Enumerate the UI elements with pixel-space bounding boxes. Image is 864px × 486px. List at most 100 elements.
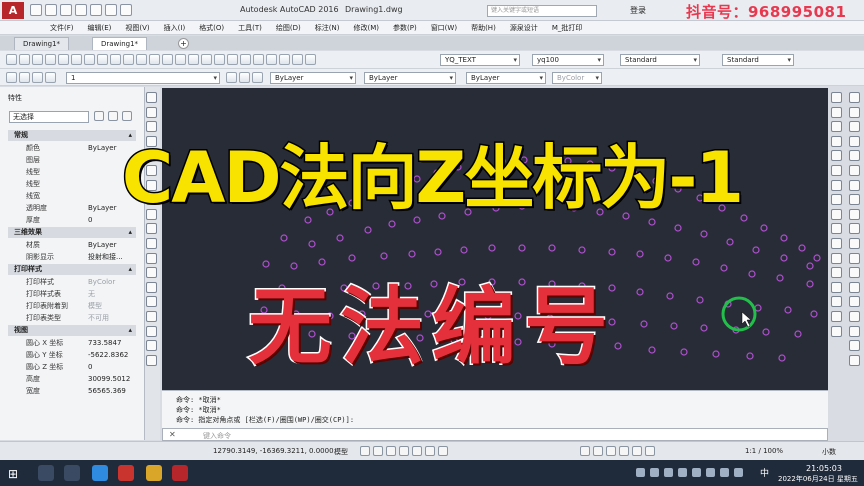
menu-item[interactable]: 绘图(D) xyxy=(276,21,301,34)
multileader-style-select[interactable]: Standard xyxy=(722,54,794,66)
annotation-icon[interactable] xyxy=(632,446,642,456)
battery-icon[interactable] xyxy=(734,468,743,477)
zoom-previous-icon[interactable] xyxy=(214,54,225,65)
task-view-icon[interactable] xyxy=(64,465,80,481)
dimension-tool-icon[interactable] xyxy=(849,106,860,118)
point-marker[interactable] xyxy=(336,234,344,242)
draw-tool-icon[interactable] xyxy=(146,106,157,118)
calc-icon[interactable] xyxy=(292,54,303,65)
new-tab-button[interactable]: + xyxy=(178,38,189,49)
cut-icon[interactable] xyxy=(84,54,95,65)
text-style-select[interactable]: YQ_TEXT xyxy=(440,54,520,66)
grid-icon[interactable] xyxy=(360,446,370,456)
save-icon[interactable] xyxy=(32,54,43,65)
login-button[interactable]: 登录 xyxy=(630,5,646,16)
undo-icon[interactable] xyxy=(105,4,117,16)
redo-icon[interactable] xyxy=(120,4,132,16)
dynamic-ucs-icon[interactable] xyxy=(619,446,629,456)
otrack-icon[interactable] xyxy=(425,446,435,456)
command-input[interactable]: ✕ 键入命令 xyxy=(162,428,828,441)
zoom-window-icon[interactable] xyxy=(201,54,212,65)
preview-icon[interactable] xyxy=(58,54,69,65)
dimension-tool-icon[interactable] xyxy=(849,223,860,235)
layer-previous-icon[interactable] xyxy=(239,72,250,83)
menu-item[interactable]: 格式(O) xyxy=(199,21,224,34)
ortho-icon[interactable] xyxy=(386,446,396,456)
workspace-icon[interactable] xyxy=(645,446,655,456)
lineweight-icon[interactable] xyxy=(438,446,448,456)
point-marker[interactable] xyxy=(364,226,372,234)
tray-app-icon[interactable] xyxy=(636,468,645,477)
point-marker[interactable] xyxy=(280,234,288,242)
tool-palette-icon[interactable] xyxy=(253,54,264,65)
edge-icon[interactable] xyxy=(92,465,108,481)
transparency-icon[interactable] xyxy=(580,446,590,456)
point-marker[interactable] xyxy=(578,246,586,254)
menu-item[interactable]: 参数(P) xyxy=(393,21,417,34)
selection-cycling-icon[interactable] xyxy=(593,446,603,456)
point-marker[interactable] xyxy=(636,250,644,258)
zoom-realtime-icon[interactable] xyxy=(188,54,199,65)
windows-start-icon[interactable]: ⊞ xyxy=(8,467,18,481)
clock-time[interactable]: 21:05:03 xyxy=(806,464,842,473)
linetype-select[interactable]: ByLayer xyxy=(364,72,456,84)
layer-freeze-icon[interactable] xyxy=(32,72,43,83)
menu-item[interactable]: 编辑(E) xyxy=(88,21,112,34)
menu-item[interactable]: 工具(T) xyxy=(238,21,262,34)
point-marker[interactable] xyxy=(408,250,416,258)
table-style-select[interactable]: Standard xyxy=(620,54,700,66)
volume-icon[interactable] xyxy=(720,468,729,477)
menu-item[interactable]: 标注(N) xyxy=(315,21,340,34)
menu-item[interactable]: M_批打印 xyxy=(552,21,583,34)
annotation-scale[interactable]: 1:1 / 100% xyxy=(745,447,783,455)
point-marker[interactable] xyxy=(434,248,442,256)
open-icon[interactable] xyxy=(45,4,57,16)
save-icon[interactable] xyxy=(60,4,72,16)
menu-item[interactable]: 窗口(W) xyxy=(431,21,457,34)
menu-item[interactable]: 修改(M) xyxy=(353,21,379,34)
search-input[interactable]: 键入关键字或短语 xyxy=(487,5,597,17)
tray-app-icon[interactable] xyxy=(678,468,687,477)
new-icon[interactable] xyxy=(6,54,17,65)
new-icon[interactable] xyxy=(30,4,42,16)
tab-drawing-1[interactable]: Drawing1* xyxy=(14,37,70,50)
menu-item[interactable]: 帮助(H) xyxy=(471,21,496,34)
point-marker[interactable] xyxy=(308,240,316,248)
search-icon[interactable] xyxy=(38,465,54,481)
units-button[interactable]: 小数 xyxy=(822,447,836,457)
point-marker[interactable] xyxy=(460,246,468,254)
draw-tool-icon[interactable] xyxy=(146,223,157,235)
markup-icon[interactable] xyxy=(279,54,290,65)
dim-style-select[interactable]: yq100 xyxy=(532,54,604,66)
autocad-logo-icon[interactable]: A xyxy=(2,2,24,19)
match-icon[interactable] xyxy=(123,54,134,65)
pan-icon[interactable] xyxy=(175,54,186,65)
design-center-icon[interactable] xyxy=(240,54,251,65)
open-icon[interactable] xyxy=(19,54,30,65)
input-method-indicator[interactable]: 中 xyxy=(760,466,769,479)
lineweight-select[interactable]: ByLayer xyxy=(466,72,546,84)
modify-tool-icon[interactable] xyxy=(831,237,842,249)
autocad-taskbar-icon[interactable] xyxy=(172,465,188,481)
tray-app-icon[interactable] xyxy=(664,468,673,477)
property-row[interactable]: 材质 ByLayer xyxy=(8,239,136,251)
tray-app-icon[interactable] xyxy=(650,468,659,477)
section-3d-effects[interactable]: 三维效果 xyxy=(8,227,136,238)
dimension-tool-icon[interactable] xyxy=(849,92,860,103)
tray-app-icon[interactable] xyxy=(692,468,701,477)
draw-tool-icon[interactable] xyxy=(146,237,157,249)
dimension-tool-icon[interactable] xyxy=(849,237,860,249)
menu-item[interactable]: 文件(F) xyxy=(50,21,74,34)
point-marker[interactable] xyxy=(548,244,556,252)
layer-lock-icon[interactable] xyxy=(45,72,56,83)
modify-tool-icon[interactable] xyxy=(831,223,842,235)
quick-select-icon[interactable] xyxy=(122,111,132,121)
draw-tool-icon[interactable] xyxy=(146,92,157,103)
point-marker[interactable] xyxy=(780,234,788,242)
color-select[interactable]: ByLayer xyxy=(270,72,356,84)
menu-item[interactable]: 源泉设计 xyxy=(510,21,538,34)
point-marker[interactable] xyxy=(380,252,388,260)
close-icon[interactable]: ✕ xyxy=(169,430,176,439)
layer-state-icon[interactable] xyxy=(252,72,263,83)
sheet-set-icon[interactable] xyxy=(266,54,277,65)
